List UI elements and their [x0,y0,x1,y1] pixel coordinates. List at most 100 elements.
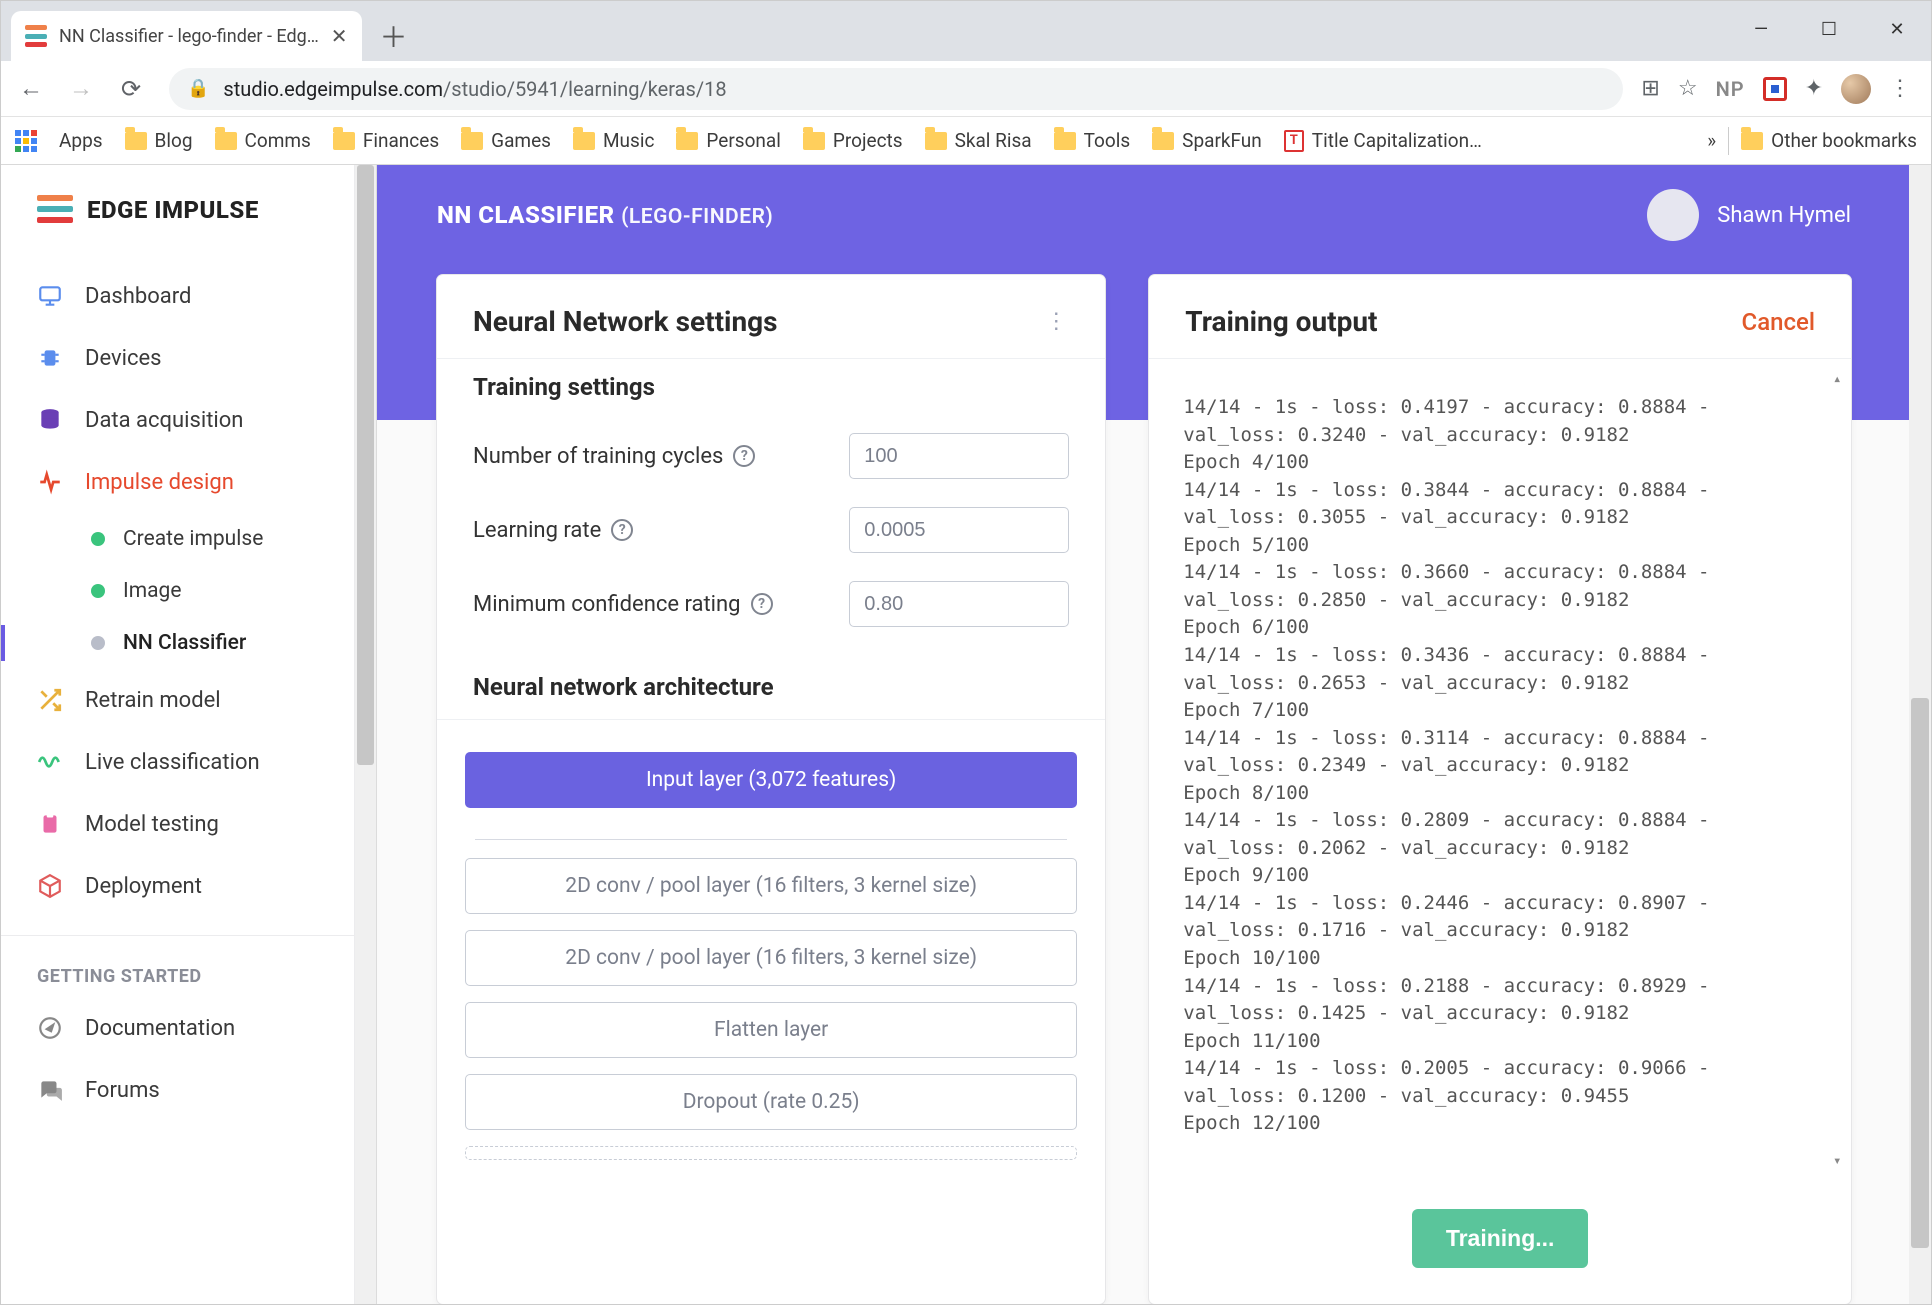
sidebar-item-documentation[interactable]: Documentation [1,997,354,1059]
window-frame: NN Classifier - lego-finder - Edg… ✕ ＋ —… [0,0,1932,1305]
sidebar-item-data-acquisition[interactable]: Data acquisition [1,389,354,451]
toolbar-icons: ⊞ ☆ NP ✦ ⋮ [1641,74,1921,104]
layer-add-placeholder[interactable] [465,1146,1077,1160]
page-content: EDGE IMPULSE Dashboard Devices Data acqu… [1,165,1931,1304]
bookmark-projects[interactable]: Projects [803,129,903,152]
apps-label[interactable]: Apps [59,129,103,152]
browser-tab[interactable]: NN Classifier - lego-finder - Edg… ✕ [11,11,362,61]
training-log[interactable]: 14/14 - 1s - loss: 0.4197 - accuracy: 0.… [1149,358,1851,1181]
status-dot-icon [91,584,105,598]
sidebar-item-live-classification[interactable]: Live classification [1,731,354,793]
wave-icon [37,749,63,775]
card-title: Neural Network settings [473,305,778,338]
monitor-icon [37,283,63,309]
shuffle-icon [37,687,63,713]
sidebar-item-label: Impulse design [85,470,234,495]
bookmarks-overflow[interactable]: » [1707,129,1716,152]
layer-conv-1[interactable]: 2D conv / pool layer (16 filters, 3 kern… [465,858,1077,914]
user-menu[interactable]: Shawn Hymel [1647,189,1851,241]
bookmark-skalrisa[interactable]: Skal Risa [925,129,1032,152]
profile-avatar-icon[interactable] [1841,74,1871,104]
bookmark-music[interactable]: Music [573,129,654,152]
sidebar-item-label: Data acquisition [85,408,243,433]
menu-icon[interactable]: ⋮ [1889,76,1911,101]
bookmark-tools[interactable]: Tools [1054,129,1131,152]
min-confidence-input[interactable] [849,581,1069,627]
help-icon[interactable]: ? [733,445,755,467]
install-app-icon[interactable]: ⊞ [1641,76,1659,101]
sidebar-item-deployment[interactable]: Deployment [1,855,354,917]
reload-button[interactable]: ⟳ [111,75,151,103]
sidebar-item-impulse-design[interactable]: Impulse design [1,451,354,513]
status-dot-icon [91,636,105,650]
help-icon[interactable]: ? [751,593,773,615]
nn-settings-card: Neural Network settings ⋮ Training setti… [437,275,1105,1304]
user-avatar-icon [1647,189,1699,241]
bookmark-star-icon[interactable]: ☆ [1678,76,1698,101]
main-area: NN CLASSIFIER (LEGO-FINDER) Shawn Hymel … [377,165,1931,1304]
minimize-button[interactable]: — [1727,1,1795,57]
sidebar-item-label: Model testing [85,812,219,837]
log-scrollbar[interactable]: ▴ ▾ [1829,369,1851,1171]
apps-icon[interactable] [15,130,37,152]
lock-icon: 🔒 [187,78,209,99]
maximize-button[interactable]: ☐ [1795,1,1863,57]
user-name: Shawn Hymel [1717,203,1851,228]
learning-rate-input[interactable] [849,507,1069,553]
other-bookmarks[interactable]: Other bookmarks [1741,129,1917,152]
sidebar-section-getting-started: GETTING STARTED [1,935,354,997]
layer-flatten[interactable]: Flatten layer [465,1002,1077,1058]
sidebar-scrollbar[interactable] [355,165,377,1304]
bookmark-games[interactable]: Games [461,129,551,152]
training-cycles-input[interactable] [849,433,1069,479]
extensions-icon[interactable]: ✦ [1805,76,1823,101]
sidebar-item-label: Devices [85,346,162,371]
close-window-button[interactable]: ✕ [1863,1,1931,57]
folder-icon [803,132,825,150]
sidebar-sub-nn-classifier[interactable]: NN Classifier [1,617,354,669]
card-title: Training output [1185,305,1377,338]
sidebar-sub-create-impulse[interactable]: Create impulse [1,513,354,565]
database-icon [37,407,63,433]
brand[interactable]: EDGE IMPULSE [1,195,354,265]
bookmark-sparkfun[interactable]: SparkFun [1152,129,1262,152]
card-menu-icon[interactable]: ⋮ [1045,309,1069,334]
bookmark-titlecap[interactable]: TTitle Capitalization… [1284,129,1482,152]
help-icon[interactable]: ? [611,519,633,541]
sidebar-sub-image[interactable]: Image [1,565,354,617]
layer-input[interactable]: Input layer (3,072 features) [465,752,1077,808]
sidebar-item-dashboard[interactable]: Dashboard [1,265,354,327]
extension-lastpass-icon[interactable] [1763,77,1787,101]
sidebar-item-forums[interactable]: Forums [1,1059,354,1121]
folder-icon [925,132,947,150]
bookmark-comms[interactable]: Comms [215,129,311,152]
training-output-card: Training output Cancel 14/14 - 1s - loss… [1149,275,1851,1304]
brand-text: EDGE IMPULSE [87,196,259,224]
sidebar-item-label: Create impulse [123,527,263,551]
bookmark-finances[interactable]: Finances [333,129,439,152]
url-domain: studio.edgeimpulse.com [223,77,443,101]
new-tab-button[interactable]: ＋ [374,16,414,56]
sidebar-item-devices[interactable]: Devices [1,327,354,389]
page-title: NN CLASSIFIER (LEGO-FINDER) [437,201,773,229]
sidebar-item-label: Live classification [85,750,260,775]
address-bar[interactable]: 🔒 studio.edgeimpulse.com/studio/5941/lea… [169,68,1623,110]
close-tab-icon[interactable]: ✕ [331,24,348,48]
forward-button[interactable]: → [61,74,101,103]
cancel-button[interactable]: Cancel [1742,308,1815,336]
architecture-heading: Neural network architecture [437,659,1105,719]
training-button[interactable]: Training... [1412,1209,1589,1268]
sidebar-item-retrain[interactable]: Retrain model [1,669,354,731]
main-scrollbar[interactable] [1909,165,1931,1304]
extension-np-icon[interactable]: NP [1716,77,1745,101]
bookmarks-bar: Apps Blog Comms Finances Games Music Per… [1,117,1931,165]
bookmark-blog[interactable]: Blog [125,129,193,152]
scroll-down-icon[interactable]: ▾ [1833,1151,1841,1171]
layer-conv-2[interactable]: 2D conv / pool layer (16 filters, 3 kern… [465,930,1077,986]
bookmark-personal[interactable]: Personal [676,129,780,152]
layer-dropout[interactable]: Dropout (rate 0.25) [465,1074,1077,1130]
sidebar-item-model-testing[interactable]: Model testing [1,793,354,855]
scroll-up-icon[interactable]: ▴ [1833,369,1841,389]
url-path: /studio/5941/learning/keras/18 [443,77,727,101]
back-button[interactable]: ← [11,74,51,103]
